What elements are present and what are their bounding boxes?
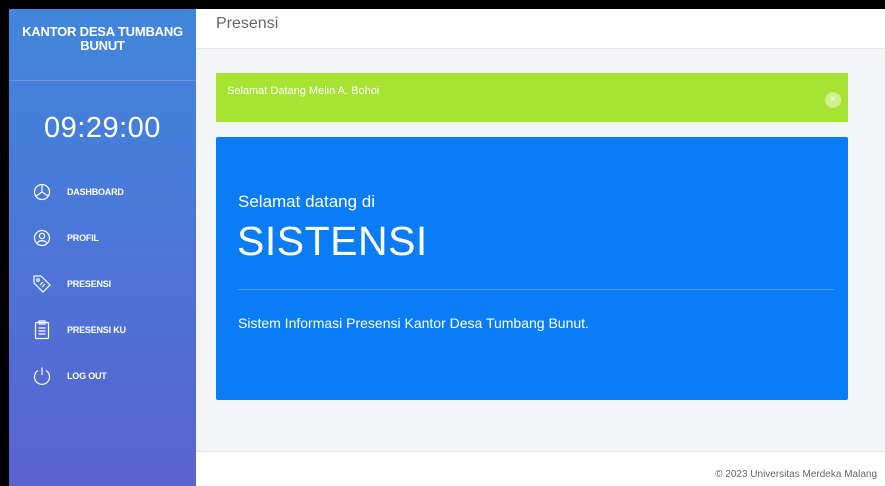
clipboard-icon	[31, 318, 53, 342]
top-bar: Presensi	[196, 9, 885, 49]
sidebar-item-label: LOG OUT	[67, 371, 107, 381]
sidebar-item-profil[interactable]: PROFIL	[9, 215, 196, 261]
sidebar-item-logout[interactable]: LOG OUT	[9, 353, 196, 399]
close-icon[interactable]: ×	[825, 92, 841, 108]
clock: 09:29:00	[44, 112, 161, 144]
footer: © 2023 Universitas Merdeka Malang	[196, 451, 885, 486]
hero-description: Sistem Informasi Presensi Kantor Desa Tu…	[238, 315, 589, 331]
page-title: Presensi	[216, 15, 279, 32]
sidebar-item-presensi-ku[interactable]: PRESENSI KU	[9, 307, 196, 353]
sidebar-item-presensi[interactable]: PRESENSI	[9, 261, 196, 307]
welcome-alert: Selamat Datang Melin A. Bohoi ×	[216, 73, 848, 122]
hero-title: SISTENSI	[237, 218, 428, 264]
footer-text: © 2023 Universitas Merdeka Malang	[715, 469, 877, 480]
welcome-panel: Selamat datang di SISTENSI Sistem Inform…	[216, 137, 848, 400]
user-icon	[31, 226, 53, 250]
power-icon	[31, 364, 53, 388]
sidebar-item-dashboard[interactable]: DASHBOARD	[9, 169, 196, 215]
sidebar-item-label: PROFIL	[67, 233, 99, 243]
tag-icon	[31, 272, 53, 296]
hero-divider	[238, 289, 834, 290]
dashboard-pie-icon	[31, 180, 53, 204]
main-content: Presensi Selamat Datang Melin A. Bohoi ×…	[196, 9, 885, 486]
sidebar-item-label: PRESENSI	[67, 279, 111, 289]
hero-subtitle: Selamat datang di	[238, 192, 376, 211]
sidebar-item-label: DASHBOARD	[67, 187, 124, 197]
brand-title: KANTOR DESA TUMBANG BUNUT	[9, 9, 196, 81]
sidebar-nav: DASHBOARD PROFIL PRESENSI PRESENSI KU LO…	[9, 169, 196, 399]
app-frame: KANTOR DESA TUMBANG BUNUT 09:29:00 DASHB…	[0, 0, 885, 486]
sidebar-item-label: PRESENSI KU	[67, 325, 126, 335]
sidebar: KANTOR DESA TUMBANG BUNUT 09:29:00 DASHB…	[9, 9, 196, 486]
alert-message: Selamat Datang Melin A. Bohoi	[227, 85, 380, 97]
